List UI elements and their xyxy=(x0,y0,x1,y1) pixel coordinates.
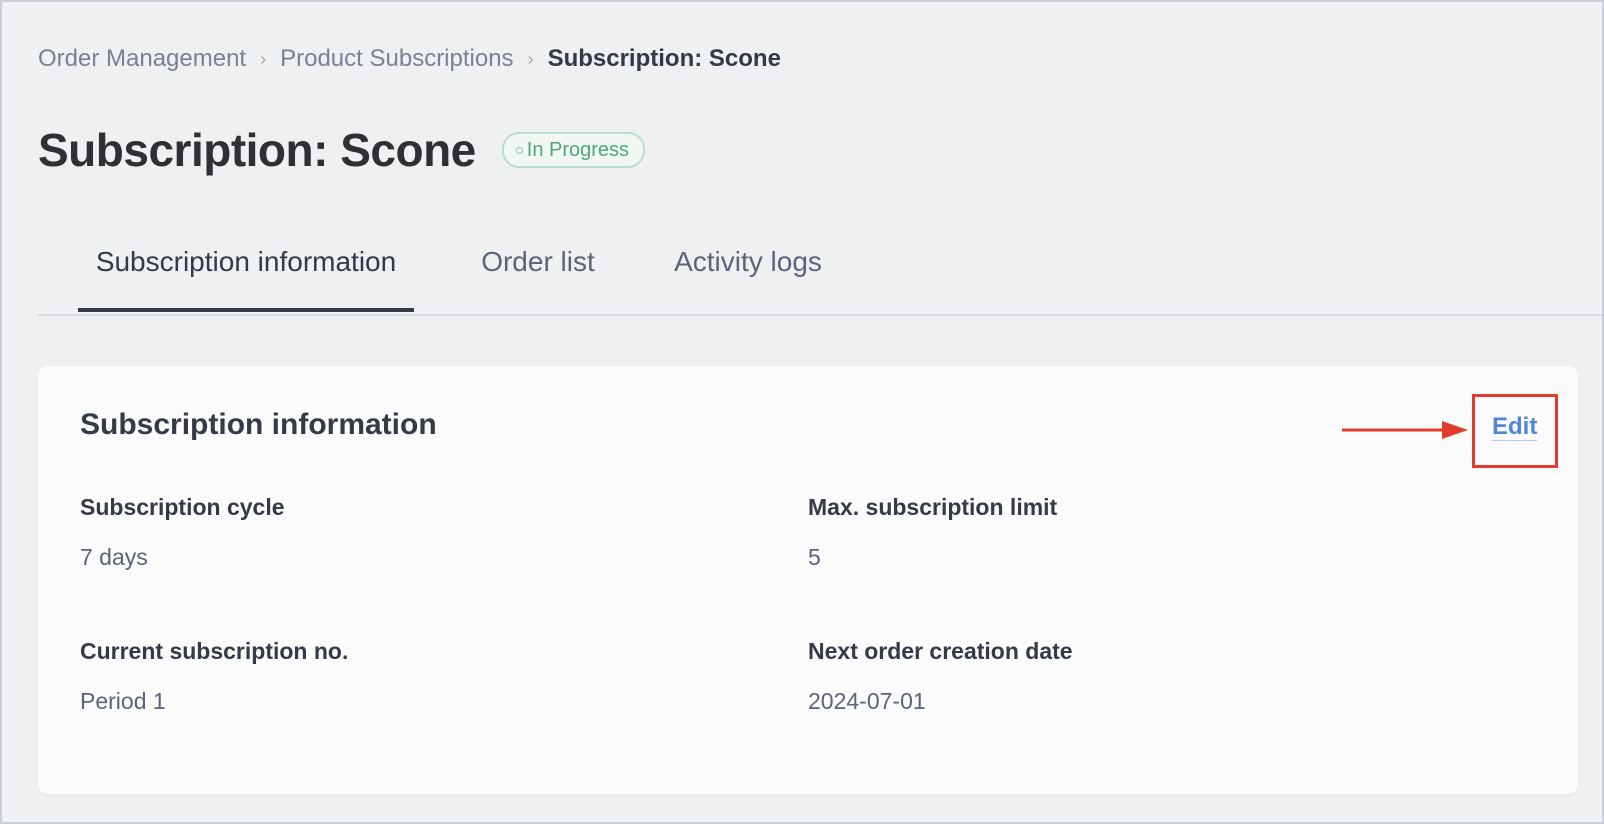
breadcrumb-order-management[interactable]: Order Management xyxy=(38,45,246,73)
page-header: Subscription: Scone In Progress xyxy=(38,114,646,186)
chevron-right-icon: › xyxy=(527,48,534,69)
breadcrumb-product-subscriptions[interactable]: Product Subscriptions xyxy=(280,45,513,73)
field-label-current-subscription-no: Current subscription no. xyxy=(80,638,349,664)
breadcrumb-current: Subscription: Scone xyxy=(547,45,781,72)
field-value-next-order-creation-date: 2024-07-01 xyxy=(808,688,926,714)
status-badge-label: In Progress xyxy=(526,138,630,161)
status-badge: In Progress xyxy=(501,132,646,168)
page-title: Subscription: Scone xyxy=(38,124,476,176)
tab-subscription-information[interactable]: Subscription information xyxy=(78,232,414,312)
edit-button[interactable]: Edit xyxy=(1492,414,1538,441)
field-label-subscription-cycle: Subscription cycle xyxy=(80,494,285,520)
status-dot-icon xyxy=(515,146,523,154)
tab-order-list[interactable]: Order list xyxy=(478,232,598,312)
tab-bar: Subscription information Order list Acti… xyxy=(38,232,1602,316)
app-window: Order Management › Product Subscriptions… xyxy=(0,0,1604,824)
field-label-max-subscription-limit: Max. subscription limit xyxy=(808,494,1058,520)
annotation-arrow-icon xyxy=(1342,421,1468,439)
subscription-information-card: Subscription information Edit Subscripti… xyxy=(38,366,1578,794)
chevron-right-icon: › xyxy=(260,48,267,69)
field-value-current-subscription-no: Period 1 xyxy=(80,688,166,714)
breadcrumb: Order Management › Product Subscriptions… xyxy=(38,42,781,76)
field-value-subscription-cycle: 7 days xyxy=(80,544,148,570)
field-value-max-subscription-limit: 5 xyxy=(808,544,821,570)
card-title: Subscription information xyxy=(80,408,437,441)
tab-activity-logs[interactable]: Activity logs xyxy=(672,232,824,312)
field-label-next-order-creation-date: Next order creation date xyxy=(808,638,1073,664)
